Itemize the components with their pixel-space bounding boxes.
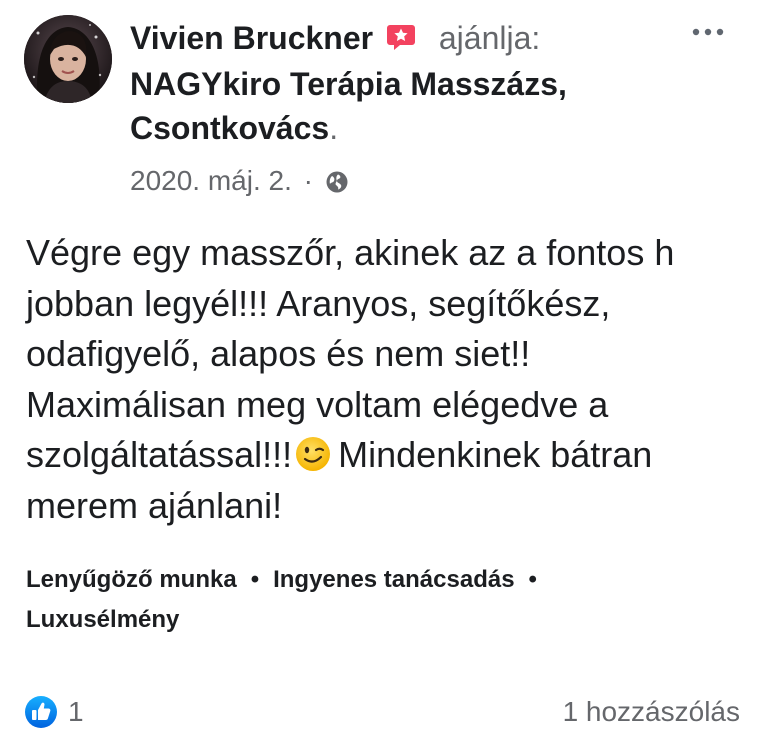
comments-count-link[interactable]: 1 hozzászólás xyxy=(563,694,740,730)
page-name-line-1[interactable]: NAGYkiro Terápia Masszázs, xyxy=(130,62,690,106)
post-text-line: jobban legyél!!! Aranyos, segítőkész, xyxy=(26,282,611,324)
author-name[interactable]: Vivien Bruckner xyxy=(130,20,373,56)
page-name-period: . xyxy=(329,110,339,146)
reactions-summary[interactable]: 1 xyxy=(24,694,84,730)
tag-separator: • xyxy=(250,566,260,593)
post-body: Végre egy masszőr, akinek az a fontos h … xyxy=(26,228,756,531)
like-icon xyxy=(24,695,58,729)
tag-item: Lenyűgöző munka xyxy=(26,566,237,593)
avatar-photo xyxy=(24,15,112,103)
post-text-segment: szolgáltatással!!! xyxy=(26,434,293,475)
post-text-line: Maximálisan meg voltam elégedve a xyxy=(26,383,609,425)
post-text-segment: Mindenkinek bátran xyxy=(338,434,653,475)
more-options-icon[interactable] xyxy=(690,22,726,42)
recommendation-tags: Lenyűgöző munka • Ingyenes tanácsadás • Lux… xyxy=(26,560,551,640)
globe-icon[interactable] xyxy=(325,168,349,193)
winking-face-emoji xyxy=(294,435,332,473)
tag-item: Luxusélmény xyxy=(26,606,180,633)
post-text-line: odafigyelő, alapos és nem siet!! xyxy=(26,333,531,374)
author-line: Vivien Bruckner ajánlja: xyxy=(130,14,690,62)
tags-line-2: Luxusélmény xyxy=(26,600,551,640)
post-text-line: merem ajánlani! xyxy=(26,484,283,526)
tag-item: Ingyenes tanácsadás xyxy=(273,566,515,593)
page-name-line-2: Csontkovács. xyxy=(130,106,690,150)
tag-separator: • xyxy=(528,566,537,593)
tags-line-1: Lenyűgöző munka • Ingyenes tanácsadás • xyxy=(26,560,551,600)
reaction-count: 1 xyxy=(68,696,84,727)
post-meta: 2020. máj. 2. · xyxy=(130,164,349,198)
recommend-star-icon xyxy=(386,22,416,52)
action-text: ajánlja: xyxy=(438,20,541,56)
post-text-line: Végre egy masszőr, akinek az a fontos h xyxy=(26,232,675,273)
post-text-line-with-emoji: szolgáltatással!!! Mindenkinek bátran xyxy=(26,430,756,481)
post-date[interactable]: 2020. máj. 2. xyxy=(130,165,292,196)
post-header: Vivien Bruckner ajánlja: NAGYkiro Terápi… xyxy=(130,14,690,150)
meta-separator: · xyxy=(303,165,313,196)
page-name-tail[interactable]: Csontkovács xyxy=(130,110,329,146)
author-avatar[interactable] xyxy=(24,15,112,103)
